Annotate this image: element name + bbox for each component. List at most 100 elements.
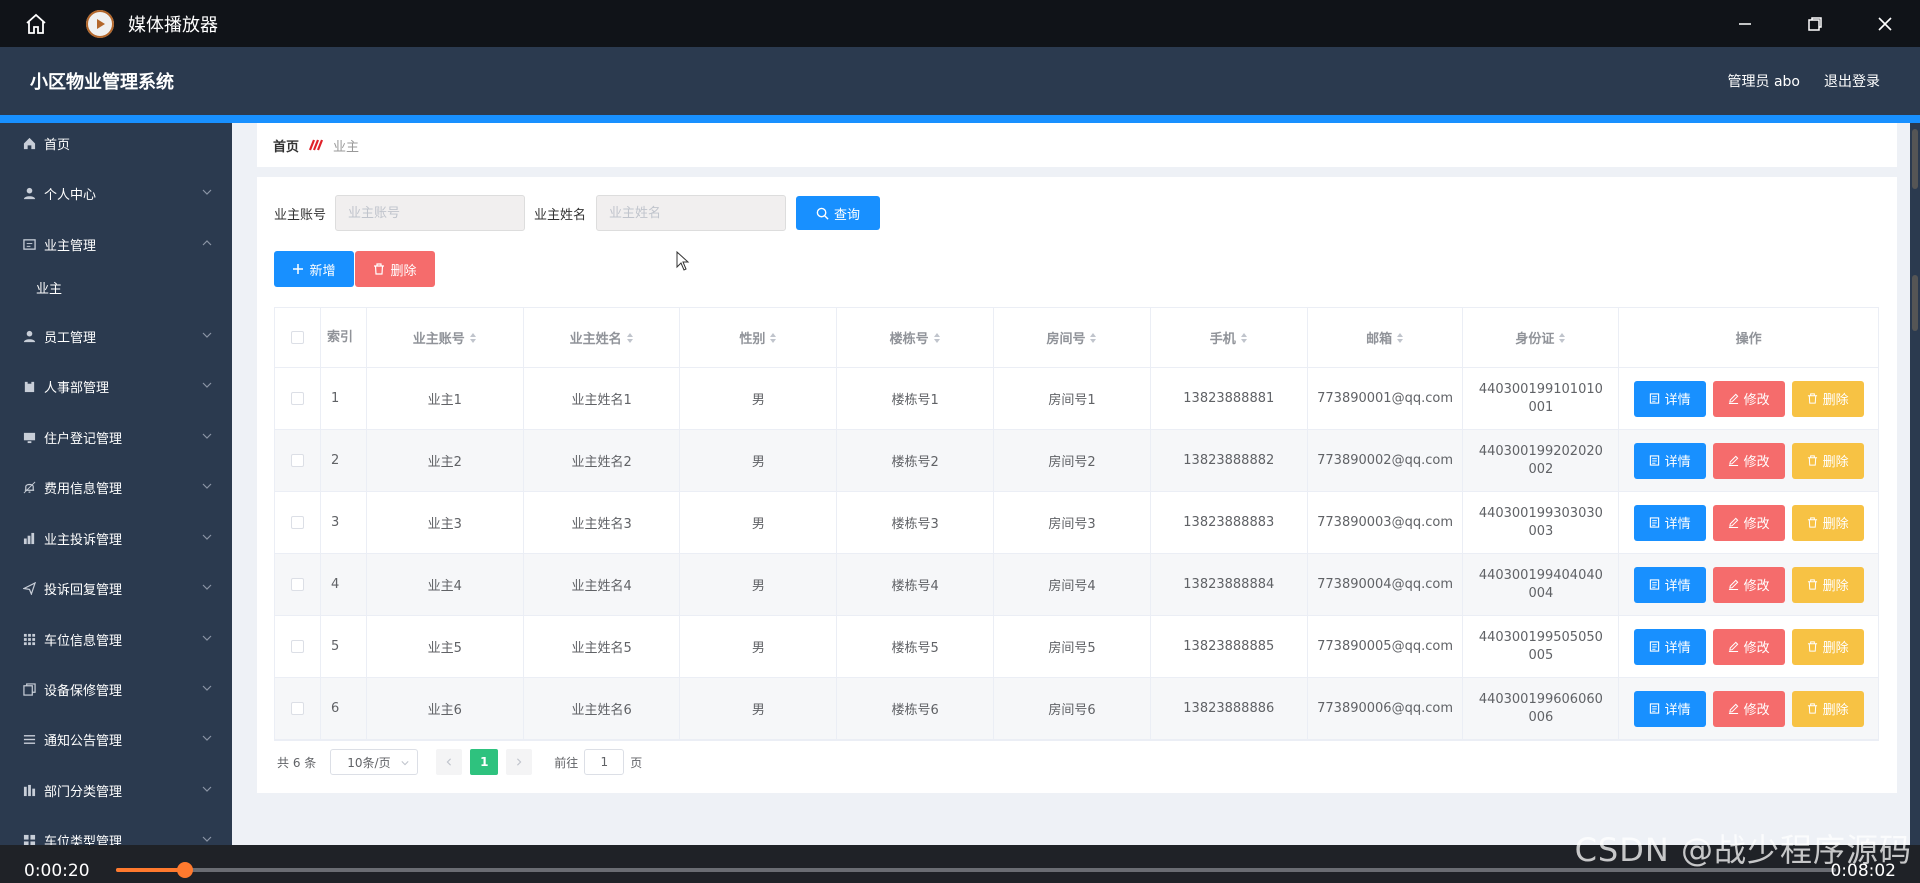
sidebar-item-owner[interactable]: 业主: [0, 267, 232, 307]
delete-button[interactable]: 删除: [1791, 628, 1864, 665]
edit-button[interactable]: 修改: [1712, 504, 1785, 541]
scrollbar-thumb[interactable]: [1912, 129, 1918, 189]
edit-button[interactable]: 修改: [1712, 690, 1785, 727]
cell-phone: 13823888882: [1151, 430, 1308, 491]
sidebar-item-notices[interactable]: 通知公告管理: [0, 719, 232, 759]
document-icon: [1649, 641, 1659, 652]
breadcrumb-home[interactable]: 首页: [273, 136, 299, 155]
sidebar-item-parking-info[interactable]: 车位信息管理: [0, 619, 232, 659]
delete-button[interactable]: 删除: [1791, 442, 1864, 479]
page-number-current[interactable]: 1: [470, 749, 499, 775]
delete-button[interactable]: 删除: [1791, 380, 1864, 417]
header-label: 房间号: [1046, 332, 1086, 347]
detail-button[interactable]: 详情: [1633, 690, 1706, 727]
delete-button[interactable]: 删除: [1791, 690, 1864, 727]
add-button[interactable]: 新增: [274, 251, 354, 287]
sidebar-item-profile[interactable]: 个人中心: [0, 173, 232, 213]
sidebar-item-complaints[interactable]: 业主投诉管理: [0, 518, 232, 558]
trash-icon: [1807, 455, 1817, 466]
sidebar-item-fees[interactable]: 费用信息管理: [0, 467, 232, 507]
document-icon: [1649, 579, 1659, 590]
progress-knob[interactable]: [176, 862, 193, 878]
sidebar-item-hr[interactable]: 人事部管理: [0, 366, 232, 406]
account-search-input[interactable]: [335, 195, 525, 231]
cell-email: 773890005@qq.com: [1308, 616, 1464, 677]
edit-button-label: 修改: [1743, 703, 1770, 718]
row-checkbox[interactable]: [290, 640, 304, 653]
detail-button[interactable]: 详情: [1633, 566, 1706, 603]
name-search-input[interactable]: [596, 195, 786, 231]
cell-account: 业主1: [367, 368, 524, 429]
detail-button[interactable]: 详情: [1633, 504, 1706, 541]
edit-button[interactable]: 修改: [1712, 442, 1785, 479]
row-checkbox[interactable]: [290, 702, 304, 715]
total-count: 共 6 条: [277, 755, 317, 770]
query-button[interactable]: 查询: [796, 196, 880, 230]
edit-button[interactable]: 修改: [1712, 566, 1785, 603]
next-page-button[interactable]: [506, 749, 533, 775]
sidebar-item-equipment[interactable]: 设备保修管理: [0, 669, 232, 709]
progress-fill: [116, 868, 185, 872]
sidebar-item-departments[interactable]: 部门分类管理: [0, 770, 232, 810]
page-size-select[interactable]: 10条/页: [330, 749, 419, 775]
edit-button[interactable]: 修改: [1712, 380, 1785, 417]
scrollbar-thumb[interactable]: [1912, 275, 1918, 331]
header-room[interactable]: 房间号: [994, 308, 1151, 367]
admin-name: 管理员 abo: [1727, 74, 1800, 90]
cell-account: 业主2: [367, 430, 524, 491]
chevron-down-icon: [202, 635, 212, 641]
goto-page-input[interactable]: [584, 749, 625, 775]
chevron-down-icon: [401, 761, 409, 766]
delete-button[interactable]: 删除: [1791, 504, 1864, 541]
delete-button-label: 删除: [1822, 455, 1849, 470]
detail-button[interactable]: 详情: [1633, 442, 1706, 479]
cell-phone: 13823888883: [1151, 492, 1308, 553]
row-checkbox[interactable]: [290, 516, 304, 529]
restore-icon[interactable]: [1780, 0, 1850, 47]
cell-email: 773890001@qq.com: [1308, 368, 1464, 429]
detail-button-label: 详情: [1664, 393, 1691, 408]
row-checkbox[interactable]: [290, 578, 304, 591]
sidebar-item-label: 投诉回复管理: [44, 582, 123, 598]
prev-page-button[interactable]: [436, 749, 463, 775]
logout-link[interactable]: 退出登录: [1824, 71, 1880, 91]
row-checkbox[interactable]: [290, 454, 304, 467]
header-sex[interactable]: 性别: [680, 308, 838, 367]
cell-sex: 男: [680, 616, 838, 677]
sidebar-item-parking-types[interactable]: 车位类型管理: [0, 820, 232, 845]
sidebar-item-resident-reg[interactable]: 住户登记管理: [0, 417, 232, 457]
delete-button[interactable]: 删除: [1791, 566, 1864, 603]
home-icon[interactable]: [14, 2, 58, 46]
page-scrollbar[interactable]: [1910, 123, 1920, 845]
breadcrumb: 首页 业主: [257, 123, 1897, 167]
cell-email: 773890002@qq.com: [1308, 430, 1464, 491]
edit-button-label: 修改: [1743, 393, 1770, 408]
header-phone[interactable]: 手机: [1151, 308, 1308, 367]
query-button-label: 查询: [833, 207, 860, 223]
edit-button[interactable]: 修改: [1712, 628, 1785, 665]
table-row: 4 业主4 业主姓名4 男楼栋号4 房间号4 13823888884 773890004@q…: [275, 554, 1878, 616]
header-name[interactable]: 业主姓名: [524, 308, 681, 367]
minimize-icon[interactable]: [1710, 0, 1780, 47]
cell-index: 4: [321, 554, 367, 615]
bulk-delete-button[interactable]: 删除: [355, 251, 435, 287]
header-building[interactable]: 楼栋号: [837, 308, 995, 367]
sidebar-item-replies[interactable]: 投诉回复管理: [0, 568, 232, 608]
close-icon[interactable]: [1850, 0, 1920, 47]
delete-button-label: 删除: [1822, 517, 1849, 532]
detail-button[interactable]: 详情: [1633, 628, 1706, 665]
detail-button[interactable]: 详情: [1633, 380, 1706, 417]
row-checkbox[interactable]: [290, 392, 304, 405]
sidebar-item-label: 业主管理: [44, 238, 97, 254]
cell-idcard: 440300199202020002: [1478, 443, 1603, 477]
header-idcard[interactable]: 身份证: [1463, 308, 1620, 367]
sidebar-item-staff[interactable]: 员工管理: [0, 316, 232, 356]
header-account[interactable]: 业主账号: [367, 308, 524, 367]
header-email[interactable]: 邮箱: [1308, 308, 1464, 367]
sidebar-item-home[interactable]: 首页: [0, 123, 232, 163]
cell-index: 3: [321, 492, 367, 553]
cell-index: 2: [321, 430, 367, 491]
trash-icon: [374, 263, 385, 275]
sidebar-item-owner-mgmt[interactable]: 业主管理: [0, 224, 232, 264]
select-all-checkbox[interactable]: [290, 331, 304, 344]
